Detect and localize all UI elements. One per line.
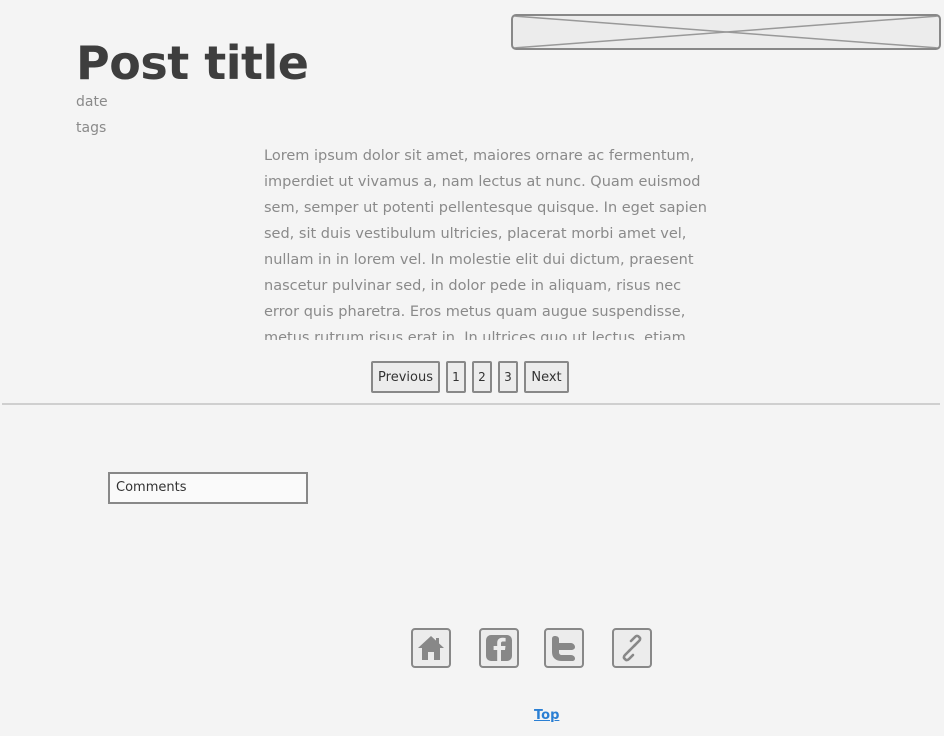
comments-box[interactable]: Comments	[108, 472, 308, 504]
twitter-icon[interactable]	[544, 628, 584, 668]
pagination: Previous 1 2 3 Next	[371, 361, 569, 393]
post-date: date	[76, 94, 108, 110]
home-icon[interactable]	[411, 628, 451, 668]
top-link[interactable]: Top	[534, 708, 559, 723]
post-tags: tags	[76, 120, 107, 136]
facebook-icon[interactable]	[479, 628, 519, 668]
placeholder-cross-icon	[513, 16, 939, 48]
link-icon[interactable]	[612, 628, 652, 668]
social-bar	[0, 628, 944, 668]
page-3-button[interactable]: 3	[498, 361, 518, 393]
blog-post-page: Post title date tags Lorem ipsum dolor s…	[0, 0, 944, 736]
post-title: Post title	[76, 36, 309, 90]
post-body: Lorem ipsum dolor sit amet, maiores orna…	[264, 148, 707, 340]
page-1-button[interactable]: 1	[446, 361, 466, 393]
next-button[interactable]: Next	[524, 361, 569, 393]
page-2-button[interactable]: 2	[472, 361, 492, 393]
image-placeholder	[511, 14, 941, 50]
previous-button[interactable]: Previous	[371, 361, 440, 393]
section-divider	[2, 403, 940, 405]
